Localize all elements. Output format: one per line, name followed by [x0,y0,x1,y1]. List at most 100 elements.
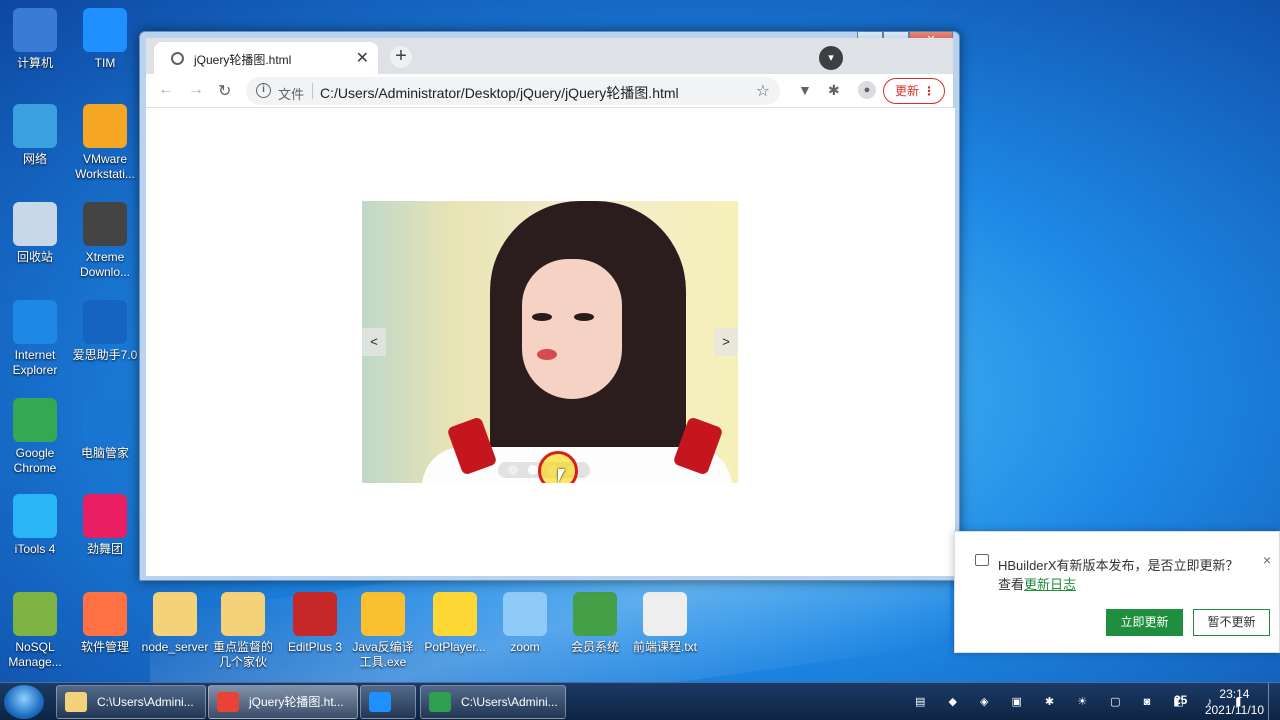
app-icon [433,592,477,636]
desktop-icon[interactable]: 计算机 [0,8,70,71]
update-label: 更新 [895,84,920,98]
app-icon [13,8,57,52]
desktop-icon[interactable]: EditPlus 3 [280,592,350,655]
desktop-icon[interactable]: Google Chrome [0,398,70,476]
app-icon [503,592,547,636]
app-icon [83,300,127,344]
desktop-icon[interactable]: Internet Explorer [0,300,70,378]
taskbar-button[interactable]: jQuery轮播图.ht... [208,685,358,719]
app-icon [13,104,57,148]
show-desktop-button[interactable] [1268,683,1280,720]
desktop-icon[interactable]: Xtreme Downlo... [70,202,140,280]
app-icon [83,494,127,538]
desktop-icon[interactable]: iTools 4 [0,494,70,557]
carousel-indicator-dot[interactable] [508,465,518,475]
info-icon[interactable]: i [256,83,271,98]
skip-update-button[interactable]: 暂不更新 [1193,609,1270,636]
desktop-icon[interactable]: 重点监督的几个家伙 [208,592,278,670]
app-icon [83,202,127,246]
mouse-cursor-icon [558,469,565,483]
desktop-icon[interactable]: PotPlayer... [420,592,490,655]
extension-vue-icon[interactable]: ▼ [798,82,812,98]
desktop-icon-label: 电脑管家 [80,446,129,460]
message-icon [975,554,989,566]
taskbar-button[interactable] [360,685,416,719]
desktop-icon[interactable]: 爱思助手7.0 [70,300,140,363]
desktop-icon[interactable]: Java反编译工具.exe [348,592,418,670]
update-chrome-button[interactable]: 更新 ⋮ [883,78,945,104]
desktop-icon-label: Java反编译工具.exe [352,640,414,669]
desktop-icon[interactable]: zoom [490,592,560,655]
desktop-icon[interactable]: NoSQL Manage... [0,592,70,670]
desktop-icon-label: Google Chrome [13,446,57,475]
desktop-icon[interactable]: 回收站 [0,202,70,265]
taskbar-app-icon [429,692,451,712]
carousel-indicator-dot[interactable] [528,465,538,475]
extensions-puzzle-icon[interactable]: ✱ [828,82,840,99]
desktop-icon[interactable]: VMware Workstati... [70,104,140,182]
desktop-icon-label: EditPlus 3 [287,640,343,654]
desktop-icon-label: 前端课程.txt [632,640,697,654]
carousel-image-face [522,259,622,399]
desktop-icon[interactable]: 劲舞团 [70,494,140,557]
desktop-icon[interactable]: 软件管理 [70,592,140,655]
back-icon[interactable]: ← [158,81,174,99]
desktop-icon-label: iTools 4 [14,542,56,556]
app-icon [573,592,617,636]
desktop-icon-label: 网络 [22,152,47,166]
desktop-icon-label: TIM [94,56,116,70]
desktop-icon-label: NoSQL Manage... [8,640,62,669]
carousel-image-lips [537,349,557,360]
carousel-next-button[interactable]: > [714,328,738,356]
menu-dots-icon: ⋮ [923,84,935,98]
desktop-icon-label: Xtreme Downlo... [79,250,131,279]
scheme-label: 文件 [278,87,305,102]
carousel-prev-button[interactable]: < [362,328,386,356]
tab-jquery-carousel[interactable]: jQuery轮播图.html ✕ [154,42,378,74]
new-tab-button[interactable]: + [390,46,412,68]
taskbar-app-icon [369,692,391,712]
tray-badge[interactable]: 25 [1174,693,1194,711]
desktop-icon[interactable]: 前端课程.txt [630,592,700,655]
reload-icon[interactable]: ↻ [218,81,231,101]
app-icon [13,202,57,246]
app-icon [13,494,57,538]
app-icon [153,592,197,636]
profile-avatar-icon[interactable]: ● [858,81,876,99]
update-now-button[interactable]: 立即更新 [1106,609,1183,636]
bookmark-star-icon[interactable]: ☆ [756,81,770,101]
update-notification: HBuilderX有新版本发布，是否立即更新？ × 查看更新日志 立即更新 暂不… [954,531,1280,653]
app-icon [221,592,265,636]
browser-window: ▁ ▭ ✕ jQuery轮播图.html ✕ + ▾ ← → ↻ i 文件 C:… [139,31,960,581]
clock[interactable]: 23:14 2021/11/10 [1205,686,1264,718]
system-tray: ▤ ◆ ◈ ▣ ✱ ☀ ▢ ◙ ◧ ♪ ▮ [915,696,1252,708]
app-icon [83,8,127,52]
desktop-icon-label: 软件管理 [80,640,129,654]
app-icon [83,398,127,442]
desktop-icon[interactable]: 会员系统 [560,592,630,655]
app-icon [83,104,127,148]
desktop-icon[interactable]: 网络 [0,104,70,167]
desktop-icon[interactable]: 电脑管家 [70,398,140,461]
notification-close-icon[interactable]: × [1263,552,1271,568]
taskbar-button[interactable]: C:\Users\Admini... [420,685,566,719]
forward-icon[interactable]: → [188,81,204,99]
start-button[interactable] [4,685,44,719]
desktop-icon[interactable]: TIM [70,8,140,71]
changelog-link[interactable]: 更新日志 [1024,577,1076,592]
clock-date: 2021/11/10 [1204,703,1264,717]
app-icon [293,592,337,636]
url-text[interactable]: C:/Users/Administrator/Desktop/jQuery/jQ… [320,83,679,103]
taskbar-button[interactable]: C:\Users\Admini... [56,685,206,719]
changelog-prefix: 查看 [998,577,1025,592]
tab-search-button[interactable]: ▾ [819,46,843,70]
tab-strip: jQuery轮播图.html ✕ + ▾ [146,38,953,74]
desktop-icon-label: PotPlayer... [424,640,486,654]
address-bar[interactable]: i 文件 C:/Users/Administrator/Desktop/jQue… [246,77,780,105]
browser-toolbar: ← → ↻ i 文件 C:/Users/Administrator/Deskto… [146,74,953,108]
desktop-icon-label: 劲舞团 [86,542,123,556]
carousel: < > [362,201,738,483]
desktop-icon[interactable]: node_server [140,592,210,655]
tab-close-icon[interactable]: ✕ [356,48,369,68]
app-icon [13,398,57,442]
